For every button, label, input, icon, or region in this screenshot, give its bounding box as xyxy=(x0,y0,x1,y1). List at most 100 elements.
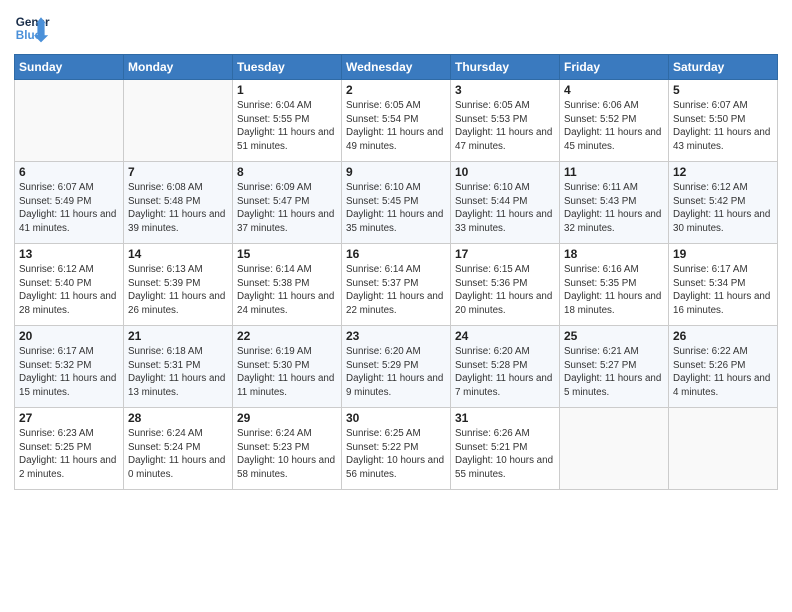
day-number: 7 xyxy=(128,165,228,179)
calendar-cell: 13 Sunrise: 6:12 AM Sunset: 5:40 PM Dayli… xyxy=(15,244,124,326)
day-info: Sunrise: 6:21 AM Sunset: 5:27 PM Dayligh… xyxy=(564,345,664,400)
day-number: 13 xyxy=(19,247,119,261)
day-info: Sunrise: 6:11 AM Sunset: 5:43 PM Dayligh… xyxy=(564,181,664,236)
calendar-cell: 8 Sunrise: 6:09 AM Sunset: 5:47 PM Daylig… xyxy=(233,162,342,244)
day-info: Sunrise: 6:20 AM Sunset: 5:29 PM Dayligh… xyxy=(346,345,446,400)
calendar-cell: 30 Sunrise: 6:25 AM Sunset: 5:22 PM Dayli… xyxy=(342,408,451,490)
day-number: 5 xyxy=(673,83,773,97)
calendar-cell: 14 Sunrise: 6:13 AM Sunset: 5:39 PM Dayli… xyxy=(124,244,233,326)
calendar-cell: 1 Sunrise: 6:04 AM Sunset: 5:55 PM Daylig… xyxy=(233,80,342,162)
day-info: Sunrise: 6:17 AM Sunset: 5:32 PM Dayligh… xyxy=(19,345,119,400)
day-number: 24 xyxy=(455,329,555,343)
day-info: Sunrise: 6:13 AM Sunset: 5:39 PM Dayligh… xyxy=(128,263,228,318)
day-info: Sunrise: 6:24 AM Sunset: 5:23 PM Dayligh… xyxy=(237,427,337,482)
calendar-cell xyxy=(560,408,669,490)
calendar-cell: 25 Sunrise: 6:21 AM Sunset: 5:27 PM Dayli… xyxy=(560,326,669,408)
week-row-0: 1 Sunrise: 6:04 AM Sunset: 5:55 PM Daylig… xyxy=(15,80,778,162)
day-number: 26 xyxy=(673,329,773,343)
calendar-cell: 2 Sunrise: 6:05 AM Sunset: 5:54 PM Daylig… xyxy=(342,80,451,162)
day-number: 17 xyxy=(455,247,555,261)
day-number: 22 xyxy=(237,329,337,343)
day-number: 4 xyxy=(564,83,664,97)
calendar-cell: 18Sunrise: 6:16 AM Sunset: 5:35 PM Dayli… xyxy=(560,244,669,326)
day-info: Sunrise: 6:04 AM Sunset: 5:55 PM Dayligh… xyxy=(237,99,337,154)
day-number: 14 xyxy=(128,247,228,261)
day-info: Sunrise: 6:05 AM Sunset: 5:53 PM Dayligh… xyxy=(455,99,555,154)
calendar-cell: 17 Sunrise: 6:15 AM Sunset: 5:36 PM Dayli… xyxy=(451,244,560,326)
calendar-cell: 20 Sunrise: 6:17 AM Sunset: 5:32 PM Dayli… xyxy=(15,326,124,408)
day-info: Sunrise: 6:14 AM Sunset: 5:38 PM Dayligh… xyxy=(237,263,337,318)
calendar-cell xyxy=(15,80,124,162)
day-number: 29 xyxy=(237,411,337,425)
week-row-2: 13 Sunrise: 6:12 AM Sunset: 5:40 PM Dayli… xyxy=(15,244,778,326)
calendar-cell: 7 Sunrise: 6:08 AM Sunset: 5:48 PM Daylig… xyxy=(124,162,233,244)
day-number: 15 xyxy=(237,247,337,261)
header-row: SundayMondayTuesdayWednesdayThursdayFrid… xyxy=(15,55,778,80)
day-number: 3 xyxy=(455,83,555,97)
day-number: 8 xyxy=(237,165,337,179)
day-info: Sunrise: 6:06 AM Sunset: 5:52 PM Dayligh… xyxy=(564,99,664,154)
calendar-cell: 23 Sunrise: 6:20 AM Sunset: 5:29 PM Dayli… xyxy=(342,326,451,408)
calendar-cell: 16 Sunrise: 6:14 AM Sunset: 5:37 PM Dayli… xyxy=(342,244,451,326)
calendar-table: SundayMondayTuesdayWednesdayThursdayFrid… xyxy=(14,54,778,490)
calendar-cell: 10Sunrise: 6:10 AM Sunset: 5:44 PM Dayli… xyxy=(451,162,560,244)
calendar-cell: 19Sunrise: 6:17 AM Sunset: 5:34 PM Dayli… xyxy=(669,244,778,326)
day-number: 2 xyxy=(346,83,446,97)
day-info: Sunrise: 6:09 AM Sunset: 5:47 PM Dayligh… xyxy=(237,181,337,236)
day-info: Sunrise: 6:23 AM Sunset: 5:25 PM Dayligh… xyxy=(19,427,119,482)
day-info: Sunrise: 6:25 AM Sunset: 5:22 PM Dayligh… xyxy=(346,427,446,482)
calendar-cell: 22 Sunrise: 6:19 AM Sunset: 5:30 PM Dayli… xyxy=(233,326,342,408)
day-info: Sunrise: 6:12 AM Sunset: 5:40 PM Dayligh… xyxy=(19,263,119,318)
day-info: Sunrise: 6:08 AM Sunset: 5:48 PM Dayligh… xyxy=(128,181,228,236)
week-row-4: 27 Sunrise: 6:23 AM Sunset: 5:25 PM Dayli… xyxy=(15,408,778,490)
week-row-3: 20 Sunrise: 6:17 AM Sunset: 5:32 PM Dayli… xyxy=(15,326,778,408)
calendar-cell: 28Sunrise: 6:24 AM Sunset: 5:24 PM Dayli… xyxy=(124,408,233,490)
day-header-sunday: Sunday xyxy=(15,55,124,80)
day-number: 27 xyxy=(19,411,119,425)
day-number: 31 xyxy=(455,411,555,425)
main-container: General Blue SundayMondayTuesdayWednesda… xyxy=(0,0,792,498)
calendar-cell: 26 Sunrise: 6:22 AM Sunset: 5:26 PM Dayli… xyxy=(669,326,778,408)
calendar-header: SundayMondayTuesdayWednesdayThursdayFrid… xyxy=(15,55,778,80)
day-header-wednesday: Wednesday xyxy=(342,55,451,80)
day-number: 25 xyxy=(564,329,664,343)
week-row-1: 6 Sunrise: 6:07 AM Sunset: 5:49 PM Daylig… xyxy=(15,162,778,244)
day-info: Sunrise: 6:14 AM Sunset: 5:37 PM Dayligh… xyxy=(346,263,446,318)
day-header-tuesday: Tuesday xyxy=(233,55,342,80)
day-info: Sunrise: 6:18 AM Sunset: 5:31 PM Dayligh… xyxy=(128,345,228,400)
day-info: Sunrise: 6:26 AM Sunset: 5:21 PM Dayligh… xyxy=(455,427,555,482)
day-number: 1 xyxy=(237,83,337,97)
day-info: Sunrise: 6:12 AM Sunset: 5:42 PM Dayligh… xyxy=(673,181,773,236)
day-info: Sunrise: 6:19 AM Sunset: 5:30 PM Dayligh… xyxy=(237,345,337,400)
day-info: Sunrise: 6:24 AM Sunset: 5:24 PM Dayligh… xyxy=(128,427,228,482)
day-number: 16 xyxy=(346,247,446,261)
calendar-cell xyxy=(124,80,233,162)
day-info: Sunrise: 6:05 AM Sunset: 5:54 PM Dayligh… xyxy=(346,99,446,154)
calendar-cell: 11 Sunrise: 6:11 AM Sunset: 5:43 PM Dayli… xyxy=(560,162,669,244)
day-number: 21 xyxy=(128,329,228,343)
day-number: 6 xyxy=(19,165,119,179)
calendar-cell: 5 Sunrise: 6:07 AM Sunset: 5:50 PM Daylig… xyxy=(669,80,778,162)
day-number: 11 xyxy=(564,165,664,179)
day-number: 18 xyxy=(564,247,664,261)
logo-icon: General Blue xyxy=(14,10,50,46)
day-info: Sunrise: 6:10 AM Sunset: 5:44 PM Dayligh… xyxy=(455,181,555,236)
day-info: Sunrise: 6:22 AM Sunset: 5:26 PM Dayligh… xyxy=(673,345,773,400)
calendar-cell: 4 Sunrise: 6:06 AM Sunset: 5:52 PM Daylig… xyxy=(560,80,669,162)
calendar-cell: 29 Sunrise: 6:24 AM Sunset: 5:23 PM Dayli… xyxy=(233,408,342,490)
calendar-cell: 24 Sunrise: 6:20 AM Sunset: 5:28 PM Dayli… xyxy=(451,326,560,408)
calendar-cell: 6 Sunrise: 6:07 AM Sunset: 5:49 PM Daylig… xyxy=(15,162,124,244)
day-header-thursday: Thursday xyxy=(451,55,560,80)
day-header-friday: Friday xyxy=(560,55,669,80)
day-info: Sunrise: 6:07 AM Sunset: 5:50 PM Dayligh… xyxy=(673,99,773,154)
day-number: 20 xyxy=(19,329,119,343)
day-info: Sunrise: 6:15 AM Sunset: 5:36 PM Dayligh… xyxy=(455,263,555,318)
calendar-cell: 9Sunrise: 6:10 AM Sunset: 5:45 PM Daylig… xyxy=(342,162,451,244)
calendar-cell: 15 Sunrise: 6:14 AM Sunset: 5:38 PM Dayli… xyxy=(233,244,342,326)
calendar-cell: 27 Sunrise: 6:23 AM Sunset: 5:25 PM Dayli… xyxy=(15,408,124,490)
day-header-saturday: Saturday xyxy=(669,55,778,80)
day-number: 23 xyxy=(346,329,446,343)
day-info: Sunrise: 6:20 AM Sunset: 5:28 PM Dayligh… xyxy=(455,345,555,400)
day-number: 30 xyxy=(346,411,446,425)
day-info: Sunrise: 6:07 AM Sunset: 5:49 PM Dayligh… xyxy=(19,181,119,236)
